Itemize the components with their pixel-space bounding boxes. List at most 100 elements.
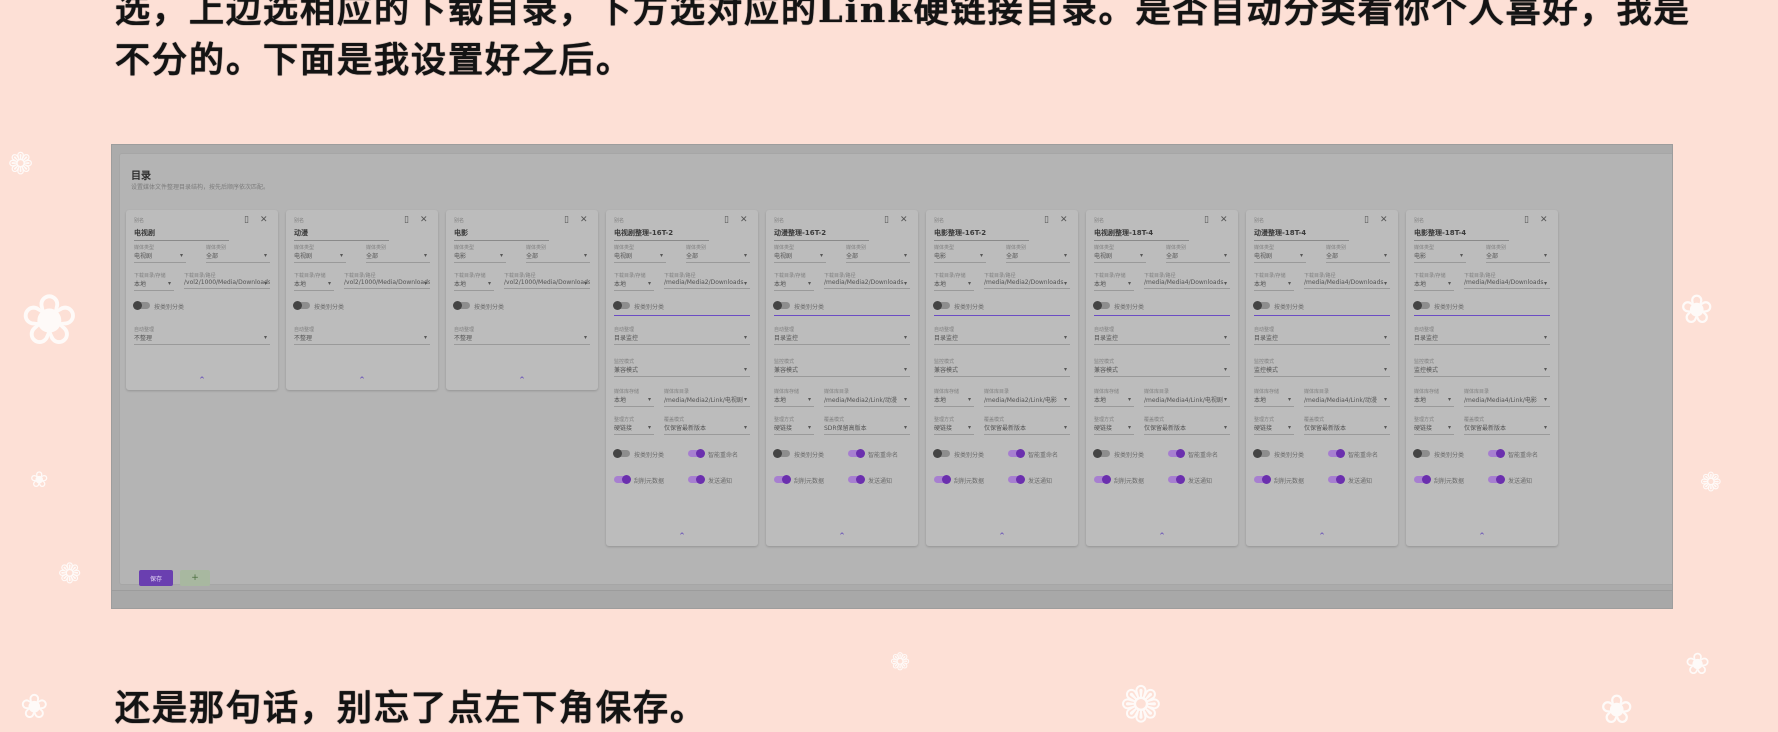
media-category-select[interactable]: 全部 xyxy=(846,251,910,263)
media-type-select[interactable]: 电影 xyxy=(1414,251,1466,263)
auto-category-toggle[interactable] xyxy=(1413,301,1430,310)
media-type-select[interactable]: 电视剧 xyxy=(614,251,666,263)
chevron-up-icon[interactable]: ⌃ xyxy=(126,377,278,386)
trash-icon[interactable]: ▯ xyxy=(1204,216,1209,225)
trash-icon[interactable]: ▯ xyxy=(1524,216,1529,225)
auto-category-toggle[interactable] xyxy=(613,301,630,310)
close-icon[interactable]: ✕ xyxy=(1540,216,1548,225)
media-type-select[interactable]: 电影 xyxy=(934,251,986,263)
send-notification-toggle[interactable] xyxy=(1008,475,1025,484)
close-icon[interactable]: ✕ xyxy=(740,216,748,225)
close-icon[interactable]: ✕ xyxy=(260,216,268,225)
monitor-mode-select[interactable]: 兼容模式 xyxy=(774,365,910,377)
trash-icon[interactable]: ▯ xyxy=(244,216,249,225)
chevron-up-icon[interactable]: ⌃ xyxy=(446,377,598,386)
organize-mode-select[interactable]: 目录监控 xyxy=(614,333,750,345)
chevron-up-icon[interactable]: ⌃ xyxy=(606,533,758,542)
media-category-select[interactable]: 全部 xyxy=(366,251,430,263)
media-category-select[interactable]: 全部 xyxy=(1326,251,1390,263)
send-notification-toggle[interactable] xyxy=(848,475,865,484)
media-category-select[interactable]: 全部 xyxy=(206,251,270,263)
auto-category-lib-toggle[interactable] xyxy=(613,449,630,458)
smart-rename-toggle[interactable] xyxy=(1328,449,1345,458)
monitor-mode-select[interactable]: 监控模式 xyxy=(1414,365,1550,377)
close-icon[interactable]: ✕ xyxy=(1220,216,1228,225)
media-type-select[interactable]: 电视剧 xyxy=(294,251,346,263)
organize-mode-select[interactable]: 目录监控 xyxy=(1414,333,1550,345)
scrape-metadata-toggle[interactable] xyxy=(1254,475,1271,484)
download-path-select[interactable]: /vol2/1000/Media/Downloads xyxy=(504,279,590,289)
download-path-select[interactable]: /media/Media2/Downloads xyxy=(984,279,1070,289)
scrape-metadata-toggle[interactable] xyxy=(614,475,631,484)
library-path-select[interactable]: /media/Media2/Link/电影 xyxy=(984,395,1070,407)
organize-mode-select[interactable]: 不整理 xyxy=(454,333,590,345)
organize-mode-select[interactable]: 不整理 xyxy=(294,333,430,345)
scrape-metadata-toggle[interactable] xyxy=(934,475,951,484)
library-path-select[interactable]: /media/Media4/Link/电影 xyxy=(1464,395,1550,407)
organize-mode-select[interactable]: 目录监控 xyxy=(1254,333,1390,345)
auto-category-toggle[interactable] xyxy=(293,301,310,310)
auto-category-lib-toggle[interactable] xyxy=(933,449,950,458)
auto-category-lib-toggle[interactable] xyxy=(1413,449,1430,458)
send-notification-toggle[interactable] xyxy=(1488,475,1505,484)
close-icon[interactable]: ✕ xyxy=(420,216,428,225)
trash-icon[interactable]: ▯ xyxy=(1364,216,1369,225)
auto-category-toggle[interactable] xyxy=(933,301,950,310)
download-path-select[interactable]: /vol2/1000/Media/Downloads xyxy=(184,279,270,289)
close-icon[interactable]: ✕ xyxy=(1380,216,1388,225)
media-type-select[interactable]: 电影 xyxy=(454,251,506,263)
download-path-select[interactable]: /media/Media4/Downloads xyxy=(1144,279,1230,289)
trash-icon[interactable]: ▯ xyxy=(404,216,409,225)
send-notification-toggle[interactable] xyxy=(1168,475,1185,484)
download-path-select[interactable]: /vol2/1000/Media/Downloads xyxy=(344,279,430,289)
send-notification-toggle[interactable] xyxy=(688,475,705,484)
chevron-up-icon[interactable]: ⌃ xyxy=(766,533,918,542)
close-icon[interactable]: ✕ xyxy=(580,216,588,225)
media-type-select[interactable]: 电视剧 xyxy=(774,251,826,263)
overwrite-mode-select[interactable]: 仅保留最新版本 xyxy=(1464,423,1550,435)
trash-icon[interactable]: ▯ xyxy=(884,216,889,225)
chevron-up-icon[interactable]: ⌃ xyxy=(926,533,1078,542)
chevron-up-icon[interactable]: ⌃ xyxy=(1246,533,1398,542)
smart-rename-toggle[interactable] xyxy=(688,449,705,458)
media-category-select[interactable]: 全部 xyxy=(526,251,590,263)
auto-category-toggle[interactable] xyxy=(1253,301,1270,310)
media-type-select[interactable]: 电视剧 xyxy=(1094,251,1146,263)
media-type-select[interactable]: 电视剧 xyxy=(134,251,186,263)
scrape-metadata-toggle[interactable] xyxy=(1414,475,1431,484)
organize-mode-select[interactable]: 目录监控 xyxy=(934,333,1070,345)
smart-rename-toggle[interactable] xyxy=(1488,449,1505,458)
scrape-metadata-toggle[interactable] xyxy=(1094,475,1111,484)
download-path-select[interactable]: /media/Media2/Downloads xyxy=(824,279,910,289)
send-notification-toggle[interactable] xyxy=(1328,475,1345,484)
media-category-select[interactable]: 全部 xyxy=(686,251,750,263)
organize-mode-select[interactable]: 目录监控 xyxy=(774,333,910,345)
close-icon[interactable]: ✕ xyxy=(1060,216,1068,225)
overwrite-mode-select[interactable]: 仅保留最新版本 xyxy=(664,423,750,435)
auto-category-toggle[interactable] xyxy=(1093,301,1110,310)
library-path-select[interactable]: /media/Media2/Link/电视剧 xyxy=(664,395,750,407)
smart-rename-toggle[interactable] xyxy=(848,449,865,458)
auto-category-toggle[interactable] xyxy=(133,301,150,310)
monitor-mode-select[interactable]: 兼容模式 xyxy=(934,365,1070,377)
smart-rename-toggle[interactable] xyxy=(1008,449,1025,458)
auto-category-lib-toggle[interactable] xyxy=(773,449,790,458)
scrape-metadata-toggle[interactable] xyxy=(774,475,791,484)
auto-category-lib-toggle[interactable] xyxy=(1253,449,1270,458)
trash-icon[interactable]: ▯ xyxy=(724,216,729,225)
auto-category-toggle[interactable] xyxy=(773,301,790,310)
library-path-select[interactable]: /media/Media2/Link/动漫 xyxy=(824,395,910,407)
chevron-up-icon[interactable]: ⌃ xyxy=(1086,533,1238,542)
save-button[interactable]: 保存 xyxy=(139,570,173,586)
media-category-select[interactable]: 全部 xyxy=(1006,251,1070,263)
monitor-mode-select[interactable]: 兼容模式 xyxy=(1094,365,1230,377)
add-button[interactable]: + xyxy=(180,570,210,586)
library-path-select[interactable]: /media/Media4/Link/电视剧 xyxy=(1144,395,1230,407)
organize-mode-select[interactable]: 不整理 xyxy=(134,333,270,345)
trash-icon[interactable]: ▯ xyxy=(1044,216,1049,225)
trash-icon[interactable]: ▯ xyxy=(564,216,569,225)
chevron-up-icon[interactable]: ⌃ xyxy=(1406,533,1558,542)
download-path-select[interactable]: /media/Media4/Downloads xyxy=(1304,279,1390,289)
media-category-select[interactable]: 全部 xyxy=(1486,251,1550,263)
overwrite-mode-select[interactable]: 仅保留最新版本 xyxy=(1144,423,1230,435)
